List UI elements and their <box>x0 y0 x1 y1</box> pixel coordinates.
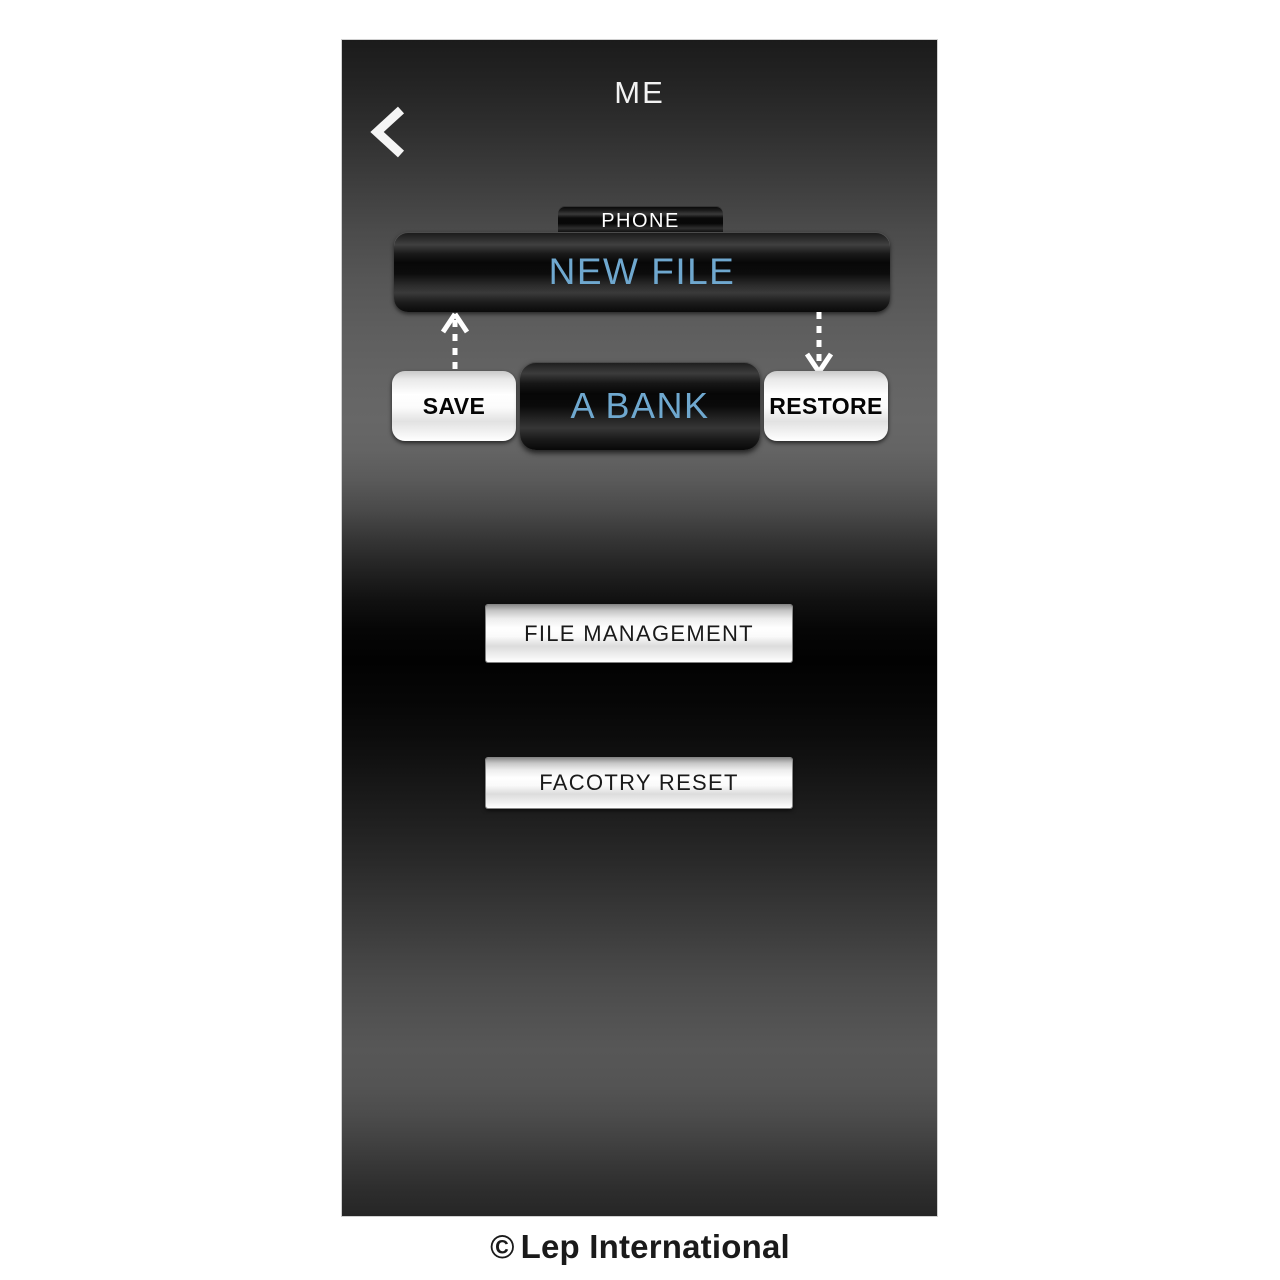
app-panel: ME PHONE NEW FILE SAVE A BANK RESTORE FI… <box>342 40 937 1216</box>
save-button[interactable]: SAVE <box>392 371 516 441</box>
bank-transfer-row: SAVE A BANK RESTORE <box>392 362 888 452</box>
bank-label: A BANK <box>570 385 710 426</box>
new-file-label: NEW FILE <box>548 251 736 292</box>
back-button[interactable] <box>364 102 420 162</box>
bank-row[interactable]: A BANK <box>520 362 760 450</box>
copyright-icon: © <box>490 1228 515 1265</box>
factory-reset-button-label: FACOTRY RESET <box>539 770 739 795</box>
factory-reset-button[interactable]: FACOTRY RESET <box>486 758 792 808</box>
file-management-button[interactable]: FILE MANAGEMENT <box>486 605 792 662</box>
footer-credit-text: Lep International <box>520 1228 790 1265</box>
restore-button[interactable]: RESTORE <box>764 371 888 441</box>
source-tab-label: PHONE <box>601 209 680 232</box>
save-button-label: SAVE <box>422 392 486 419</box>
file-management-button-label: FILE MANAGEMENT <box>524 620 754 646</box>
page-title: ME <box>614 75 665 110</box>
footer-credit: © Lep International <box>0 1228 1280 1266</box>
chevron-left-icon <box>370 106 405 158</box>
new-file-row[interactable]: NEW FILE <box>394 232 890 312</box>
header-bar: ME <box>342 40 937 158</box>
restore-button-label: RESTORE <box>769 392 883 419</box>
